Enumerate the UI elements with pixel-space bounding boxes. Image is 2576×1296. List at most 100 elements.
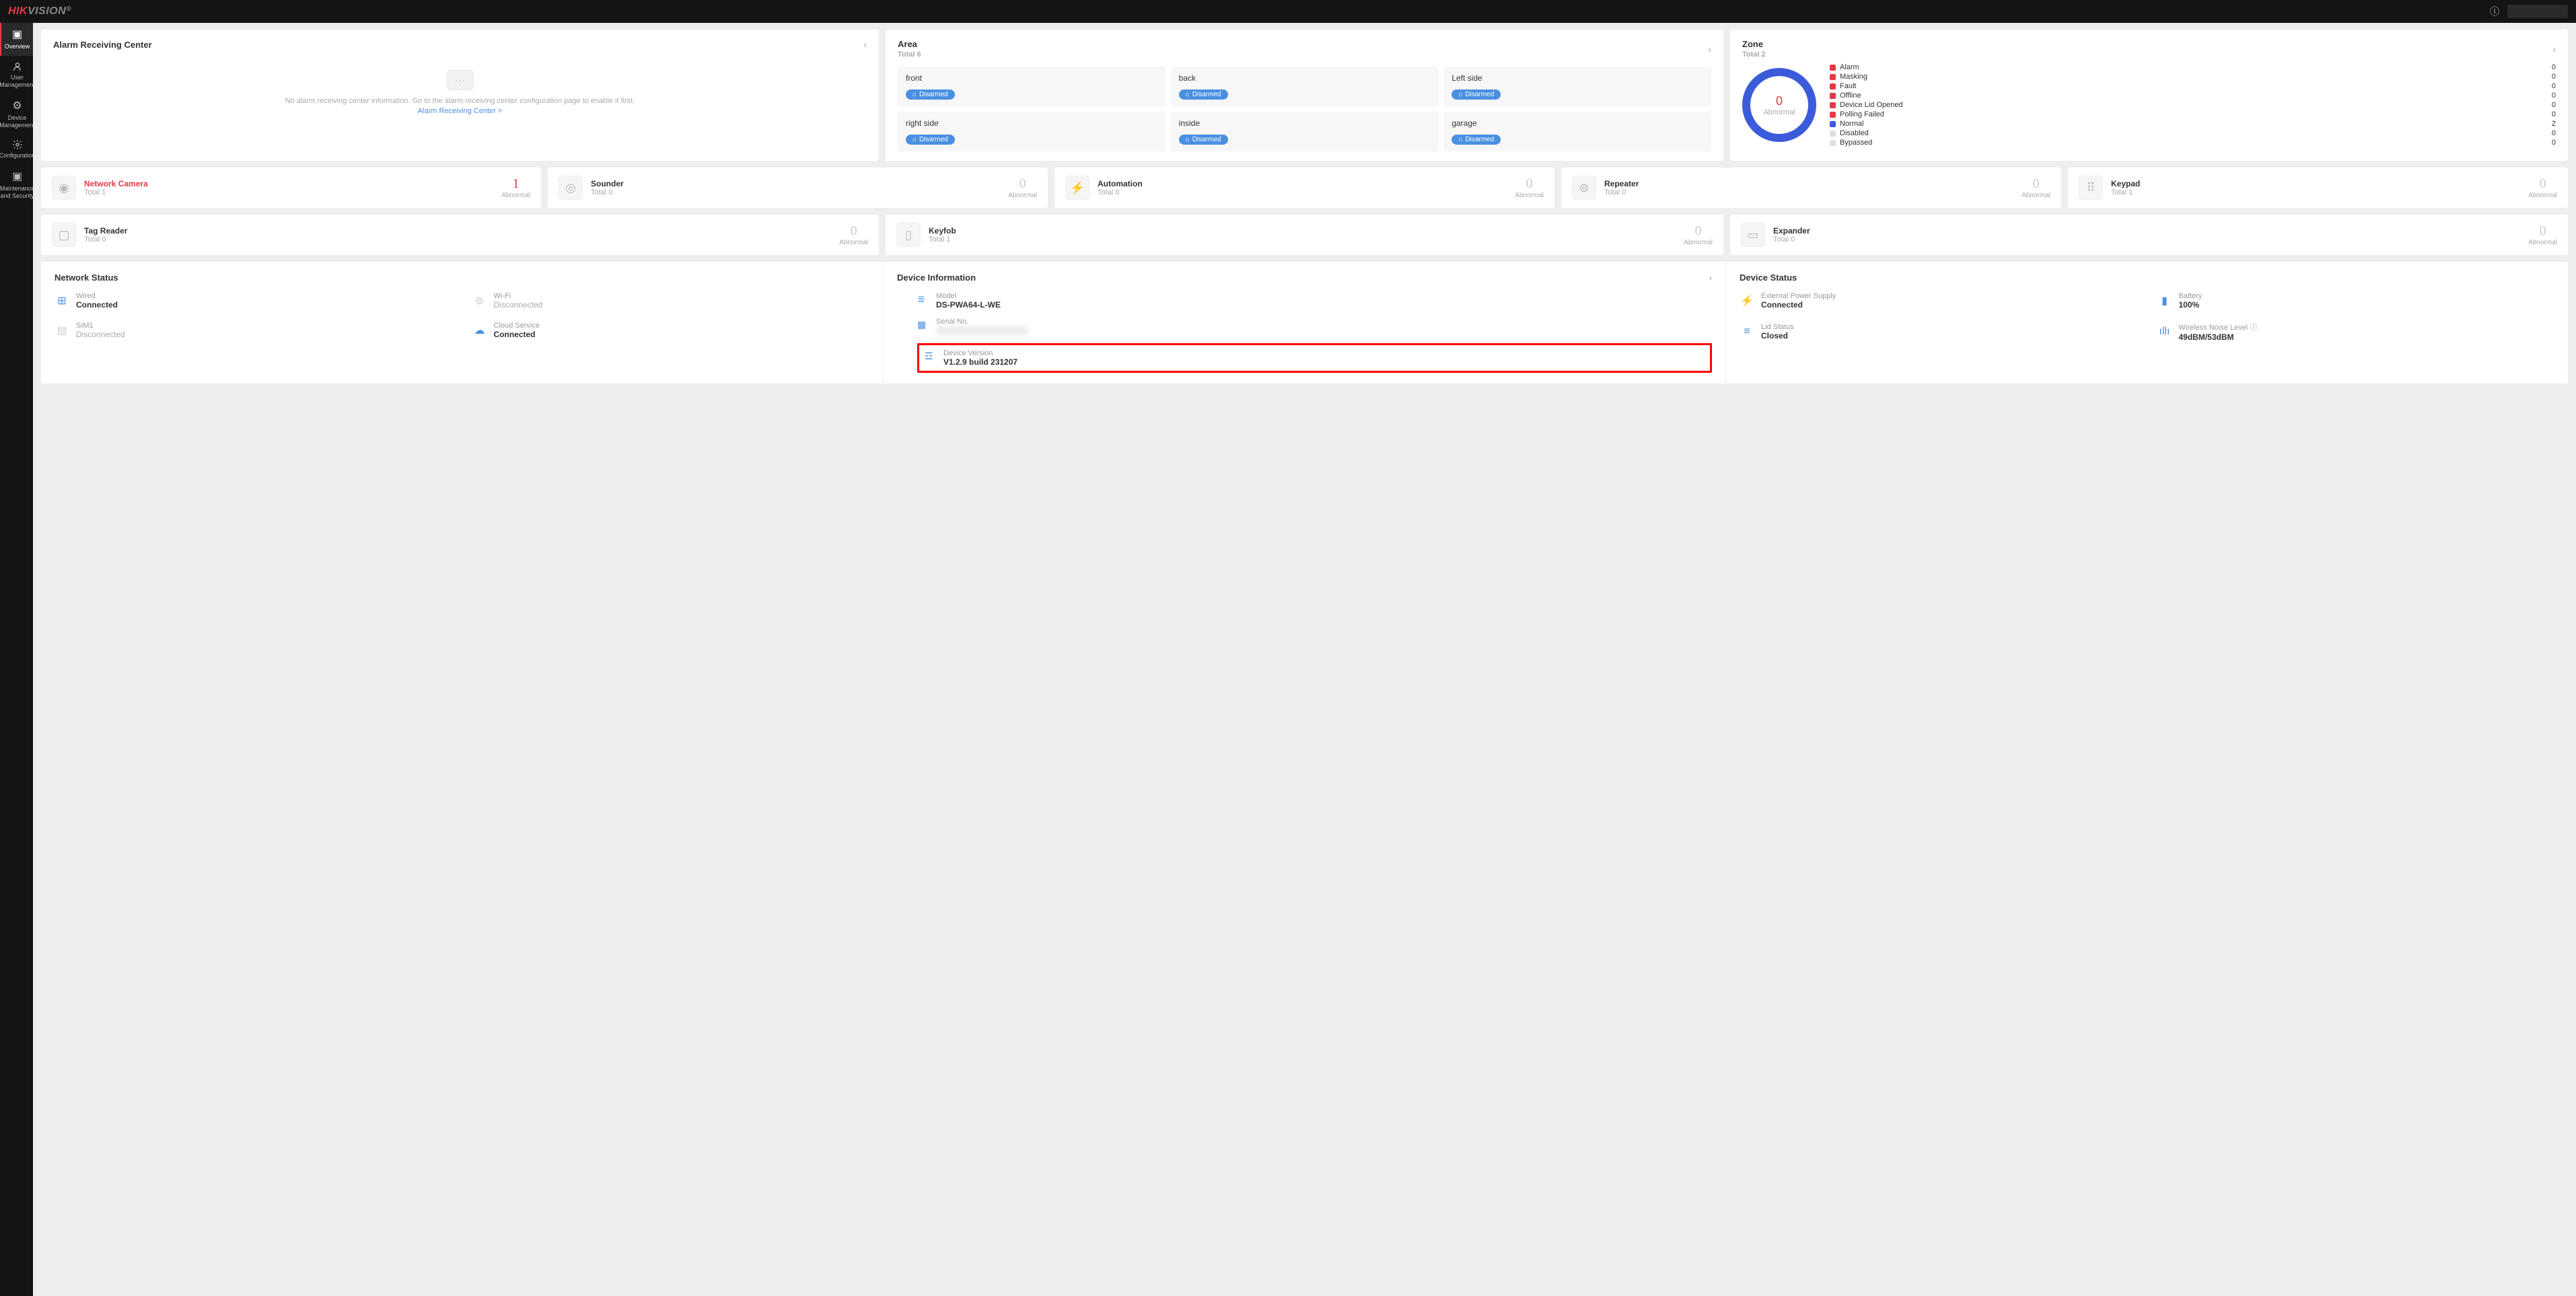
chevron-right-icon[interactable]: ›: [863, 39, 867, 50]
area-tile[interactable]: right side ⌂Disarmed: [898, 112, 1166, 151]
info-label: Device Version: [943, 349, 1017, 357]
zone-row: Normal2: [1830, 119, 2556, 129]
device-name: Tag Reader: [84, 226, 831, 236]
device-card[interactable]: ▭ Expander Total 0 0 Abnormal: [1730, 215, 2568, 255]
chevron-right-icon[interactable]: ›: [1708, 44, 1711, 55]
sidebar-item-user-management[interactable]: User Management: [0, 56, 33, 94]
status-value: Disconnected: [494, 300, 543, 310]
network-status-section: Network Status ⊞ Wired Connected ⊚ Wi-Fi…: [41, 262, 883, 384]
network-icon: ⊚: [472, 293, 487, 308]
device-card[interactable]: ⚡ Automation Total 0 0 Abnormal: [1054, 168, 1554, 208]
network-status-item: ☁ Cloud Service Connected: [472, 322, 870, 339]
device-info-title: Device Information: [897, 273, 976, 283]
device-name: Sounder: [591, 179, 1000, 188]
network-icon: ⊞: [55, 293, 69, 308]
sidebar-item-maintenance[interactable]: ▣ Maintenance and Security: [0, 165, 33, 205]
area-name: garage: [1452, 118, 1703, 128]
network-status-title: Network Status: [55, 273, 118, 283]
status-label: Lid Status: [1761, 323, 1794, 331]
device-status-title: Device Status: [1740, 273, 1797, 283]
status-icon: ≡: [1740, 324, 1754, 339]
device-info-item: ≣ Model DS-PWA64-L-WE: [917, 292, 1712, 310]
zone-row: Alarm0: [1830, 63, 2556, 72]
chevron-right-icon[interactable]: ›: [1709, 273, 1712, 283]
arc-title: Alarm Receiving Center: [53, 40, 152, 50]
device-card[interactable]: ▯ Keyfob Total 1 0 Abnormal: [886, 215, 1723, 255]
zone-status-dot: [1830, 65, 1836, 71]
help-icon[interactable]: ⓘ: [2490, 5, 2499, 18]
zone-donut-chart: 0 Abnormal: [1742, 68, 1816, 142]
device-type-icon: ◎: [559, 176, 583, 200]
status-value: Connected: [1761, 300, 1836, 310]
zone-label: Fault: [1840, 82, 1856, 90]
device-info-section: Device Information › ≣ Model DS-PWA64-L-…: [883, 262, 1725, 384]
device-type-icon: ▯: [896, 223, 921, 247]
zone-count: 0: [2552, 73, 2556, 81]
network-status-item: ▤ SIM1 Disconnected: [55, 322, 452, 339]
home-icon: ⌂: [913, 136, 917, 143]
zone-card: Zone Total 2 › 0 Abnormal Alarm0Masking0…: [1730, 30, 2568, 161]
device-card[interactable]: ⠿ Keypad Total 1 0 Abnormal: [2068, 168, 2568, 208]
device-card[interactable]: ◉ Network Camera Total 1 1 Abnormal: [41, 168, 541, 208]
brand-logo: HIKVISION®: [8, 5, 71, 17]
area-tile[interactable]: front ⌂Disarmed: [898, 67, 1166, 106]
zone-row: Disabled0: [1830, 129, 2556, 138]
zone-count: 0: [2552, 110, 2556, 118]
zone-status-dot: [1830, 102, 1836, 108]
arc-empty-text: No alarm receiving center information. G…: [53, 97, 867, 105]
area-tile[interactable]: back ⌂Disarmed: [1171, 67, 1439, 106]
status-value: Closed: [1761, 331, 1794, 340]
area-tile[interactable]: Left side ⌂Disarmed: [1443, 67, 1711, 106]
zone-label: Disabled: [1840, 129, 1869, 137]
device-type-icon: ◉: [52, 176, 76, 200]
device-card[interactable]: ⊚ Repeater Total 0 0 Abnormal: [1561, 168, 2061, 208]
zone-label: Device Lid Opened: [1840, 101, 1903, 109]
status-icon: ▮: [2157, 293, 2172, 308]
zone-status-dot: [1830, 140, 1836, 146]
device-type-icon: ⠿: [2079, 176, 2103, 200]
zone-status-dot: [1830, 93, 1836, 99]
user-menu[interactable]: [2507, 5, 2568, 18]
arc-config-link[interactable]: Alarm Receiving Center >: [418, 107, 503, 115]
zone-status-dot: [1830, 112, 1836, 118]
info-value: DS-PWA64-L-WE: [936, 300, 1001, 310]
area-name: back: [1179, 73, 1431, 83]
sidebar-item-overview[interactable]: ▣ Overview: [0, 23, 33, 56]
zone-row: Offline0: [1830, 91, 2556, 100]
area-name: right side: [906, 118, 1157, 128]
network-status-item: ⊞ Wired Connected: [55, 292, 452, 310]
device-abnormal-count: 0: [2528, 176, 2557, 192]
area-name: inside: [1179, 118, 1431, 128]
device-abnormal-count: 0: [1008, 176, 1037, 192]
area-subtitle: Total 6: [898, 50, 921, 59]
home-icon: ⌂: [1186, 136, 1190, 143]
area-status-badge: ⌂Disarmed: [1452, 135, 1501, 145]
zone-row: Polling Failed0: [1830, 110, 2556, 119]
sidebar: ▣ Overview User Management ⚙ Device Mana…: [0, 23, 33, 1296]
area-tile[interactable]: garage ⌂Disarmed: [1443, 112, 1711, 151]
device-abnormal-label: Abnormal: [501, 192, 530, 199]
device-abnormal-count: 0: [2528, 223, 2557, 239]
device-name: Keypad: [2111, 179, 2520, 188]
device-abnormal-label: Abnormal: [2528, 239, 2557, 246]
zone-subtitle: Total 2: [1742, 50, 1766, 59]
device-abnormal-count: 0: [1684, 223, 1713, 239]
info-value: ████████████████: [936, 326, 1028, 335]
area-status-badge: ⌂Disarmed: [1452, 89, 1501, 100]
sidebar-item-device-management[interactable]: ⚙ Device Management: [0, 94, 33, 135]
zone-count: 0: [2552, 82, 2556, 90]
zone-title: Zone: [1742, 39, 1766, 49]
device-type-icon: ▭: [1741, 223, 1765, 247]
info-icon: ▦: [917, 319, 929, 331]
area-tile[interactable]: inside ⌂Disarmed: [1171, 112, 1439, 151]
network-icon: ☁: [472, 323, 487, 338]
zone-count: 0: [2552, 63, 2556, 71]
device-card[interactable]: ◎ Sounder Total 0 0 Abnormal: [548, 168, 1048, 208]
device-abnormal-count: 1: [501, 176, 530, 192]
device-card[interactable]: ▢ Tag Reader Total 0 0 Abnormal: [41, 215, 879, 255]
sidebar-item-configuration[interactable]: Configuration: [0, 134, 33, 165]
status-value: 100%: [2179, 300, 2203, 310]
chevron-right-icon[interactable]: ›: [2552, 44, 2556, 55]
status-label: Wi-Fi: [494, 292, 543, 300]
zone-count: 0: [2552, 101, 2556, 109]
